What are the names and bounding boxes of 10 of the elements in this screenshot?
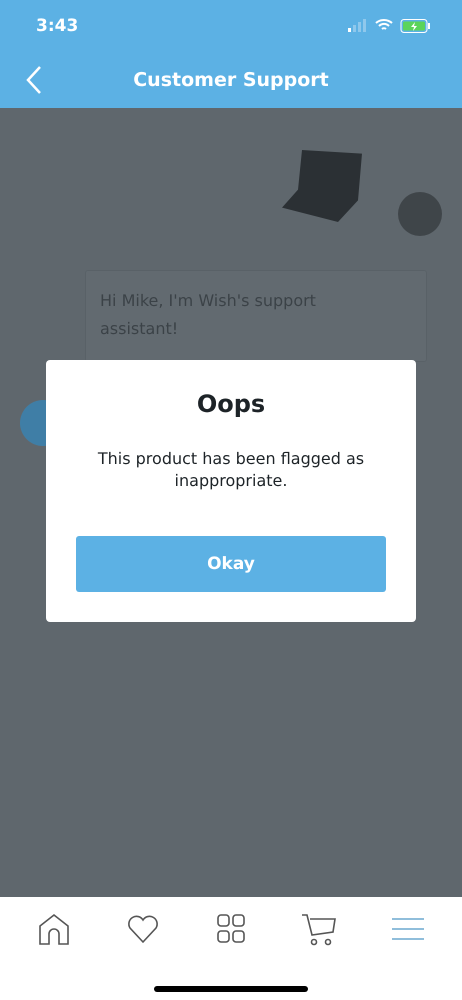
okay-button[interactable]: Okay xyxy=(76,536,386,592)
signal-icon xyxy=(348,19,366,32)
wifi-icon xyxy=(375,18,393,30)
status-time: 3:43 xyxy=(36,16,78,36)
battery-icon xyxy=(400,19,430,33)
cart-icon xyxy=(301,912,338,946)
user-avatar xyxy=(398,192,442,236)
screen-title: Customer Support xyxy=(133,69,329,91)
dialog-message: This product has been flagged as inappropriate. xyxy=(96,448,366,492)
dialog-title: Oops xyxy=(196,390,266,418)
